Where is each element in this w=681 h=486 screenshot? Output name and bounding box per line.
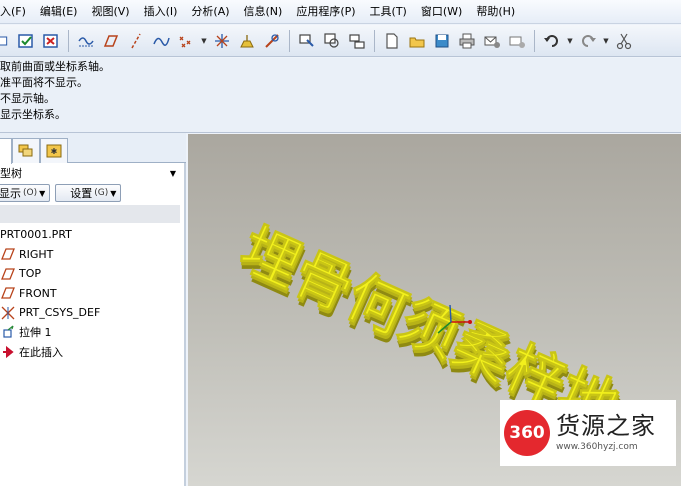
datum-curve-display-icon[interactable] <box>125 30 147 52</box>
message-area: 取前曲面或坐标系轴。 准平面将不显示。 不显示轴。 显示坐标系。 <box>0 58 681 133</box>
email-icon[interactable] <box>481 30 503 52</box>
csys-icon <box>0 305 16 321</box>
watermark-name: 货源之家 <box>556 412 656 440</box>
saved-views-icon[interactable] <box>296 30 318 52</box>
chevron-down-icon[interactable]: ▼ <box>200 30 208 52</box>
tree-title: 型树 <box>0 167 22 180</box>
datum-axis-display-icon[interactable] <box>100 30 122 52</box>
redraw-icon[interactable] <box>0 30 12 52</box>
email-link-icon[interactable] <box>506 30 528 52</box>
message-line: 显示坐标系。 <box>0 108 66 121</box>
layers-icon[interactable] <box>321 30 343 52</box>
menu-view[interactable]: 视图(V) <box>84 0 136 24</box>
menu-info[interactable]: 信息(N) <box>237 0 290 24</box>
print-icon[interactable] <box>456 30 478 52</box>
tree-item-label: TOP <box>19 267 42 281</box>
menu-bar: 入(F) 编辑(E) 视图(V) 插入(I) 分析(A) 信息(N) 应用程序(… <box>0 0 681 24</box>
tree-header: 型树 ▼ <box>0 164 180 182</box>
menu-edit[interactable]: 编辑(E) <box>33 0 85 24</box>
toolbar-separator <box>374 29 375 52</box>
folder-browser-icon <box>18 144 33 157</box>
watermark-logo: 360 <box>504 410 550 456</box>
annotation-display-icon[interactable] <box>211 30 233 52</box>
new-file-icon[interactable] <box>381 30 403 52</box>
toolbar-separator <box>534 29 535 52</box>
tab-favorites[interactable]: ✱ <box>40 138 68 163</box>
menu-file[interactable]: 入(F) <box>0 0 33 24</box>
toolbar-separator <box>68 29 69 52</box>
show-label: 显示 <box>0 187 21 200</box>
datum-plane-icon <box>0 285 16 301</box>
chevron-down-icon[interactable]: ▼ <box>170 169 176 178</box>
tab-folder-browser[interactable] <box>12 138 40 163</box>
menu-insert[interactable]: 插入(I) <box>137 0 185 24</box>
navigator-panel: ✱ 型树 ▼ 显示 (O) ▼ 设置 (G) ▼ PRT0001.PRT RIG… <box>0 133 186 486</box>
tree-item-label: 拉伸 1 <box>19 326 52 340</box>
chevron-down-icon[interactable]: ▼ <box>602 30 610 52</box>
menu-applications[interactable]: 应用程序(P) <box>289 0 362 24</box>
model-tree: PRT0001.PRT RIGHT TOP FRONT PRT_CSYS_DEF… <box>0 225 186 362</box>
tree-item-insert-here[interactable]: 在此插入 <box>0 342 186 362</box>
datum-point-display-icon[interactable] <box>150 30 172 52</box>
repaint-icon[interactable] <box>15 30 37 52</box>
tree-item-right[interactable]: RIGHT <box>0 245 186 265</box>
cut-icon[interactable] <box>613 30 635 52</box>
tree-item-extrude[interactable]: 拉伸 1 <box>0 323 186 343</box>
show-button[interactable]: 显示 (O) ▼ <box>0 184 51 202</box>
tree-item-front[interactable]: FRONT <box>0 284 186 304</box>
tree-item-csys[interactable]: PRT_CSYS_DEF <box>0 303 186 323</box>
tree-item-part[interactable]: PRT0001.PRT <box>0 225 186 245</box>
show-shortcut: (O) <box>23 188 38 198</box>
undo-icon[interactable] <box>541 30 563 52</box>
site-watermark: 360 货源之家 www.360hyzj.com <box>500 400 676 466</box>
favorites-icon: ✱ <box>46 144 62 158</box>
tree-item-label: RIGHT <box>19 247 54 261</box>
orient-icon[interactable] <box>261 30 283 52</box>
tab-model-tree[interactable] <box>0 138 12 164</box>
message-line: 不显示轴。 <box>0 92 55 105</box>
watermark-text: 货源之家 www.360hyzj.com <box>556 412 656 454</box>
message-line: 准平面将不显示。 <box>0 76 88 89</box>
extrude-icon <box>0 324 16 340</box>
toolbar-separator <box>289 29 290 52</box>
menu-analysis[interactable]: 分析(A) <box>184 0 236 24</box>
csys-display-icon[interactable] <box>175 30 197 52</box>
menu-help[interactable]: 帮助(H) <box>469 0 522 24</box>
tree-item-label: FRONT <box>19 286 57 300</box>
open-file-icon[interactable] <box>406 30 428 52</box>
datum-plane-icon <box>0 246 16 262</box>
menu-tools[interactable]: 工具(T) <box>363 0 414 24</box>
spin-center-icon[interactable] <box>236 30 258 52</box>
tree-item-label: 在此插入 <box>19 345 63 359</box>
tree-button-row: 显示 (O) ▼ 设置 (G) ▼ <box>0 182 186 204</box>
close-window-icon[interactable] <box>40 30 62 52</box>
tree-item-label: PRT0001.PRT <box>0 228 72 242</box>
menu-window[interactable]: 窗口(W) <box>414 0 469 24</box>
datum-plane-display-icon[interactable] <box>75 30 97 52</box>
settings-label: 设置 <box>70 187 93 200</box>
datum-plane-icon <box>0 266 16 282</box>
navigator-tabs: ✱ <box>0 133 186 164</box>
message-line: 取前曲面或坐标系轴。 <box>0 60 110 73</box>
tree-item-top[interactable]: TOP <box>0 264 186 284</box>
tree-column-header <box>0 205 180 223</box>
chevron-down-icon: ▼ <box>110 188 117 198</box>
chevron-down-icon[interactable]: ▼ <box>566 30 574 52</box>
chevron-down-icon: ▼ <box>39 188 46 198</box>
save-icon[interactable] <box>431 30 453 52</box>
main-toolbar: ▼ ▼ ▼ <box>0 25 681 57</box>
svg-text:✱: ✱ <box>51 147 58 156</box>
settings-button[interactable]: 设置 (G) ▼ <box>55 184 122 202</box>
redo-icon[interactable] <box>577 30 599 52</box>
model-display-icon[interactable] <box>346 30 368 52</box>
settings-shortcut: (G) <box>94 188 109 198</box>
watermark-url: www.360hyzj.com <box>556 442 638 452</box>
tree-item-label: PRT_CSYS_DEF <box>19 306 101 320</box>
insert-arrow-icon <box>0 344 16 360</box>
